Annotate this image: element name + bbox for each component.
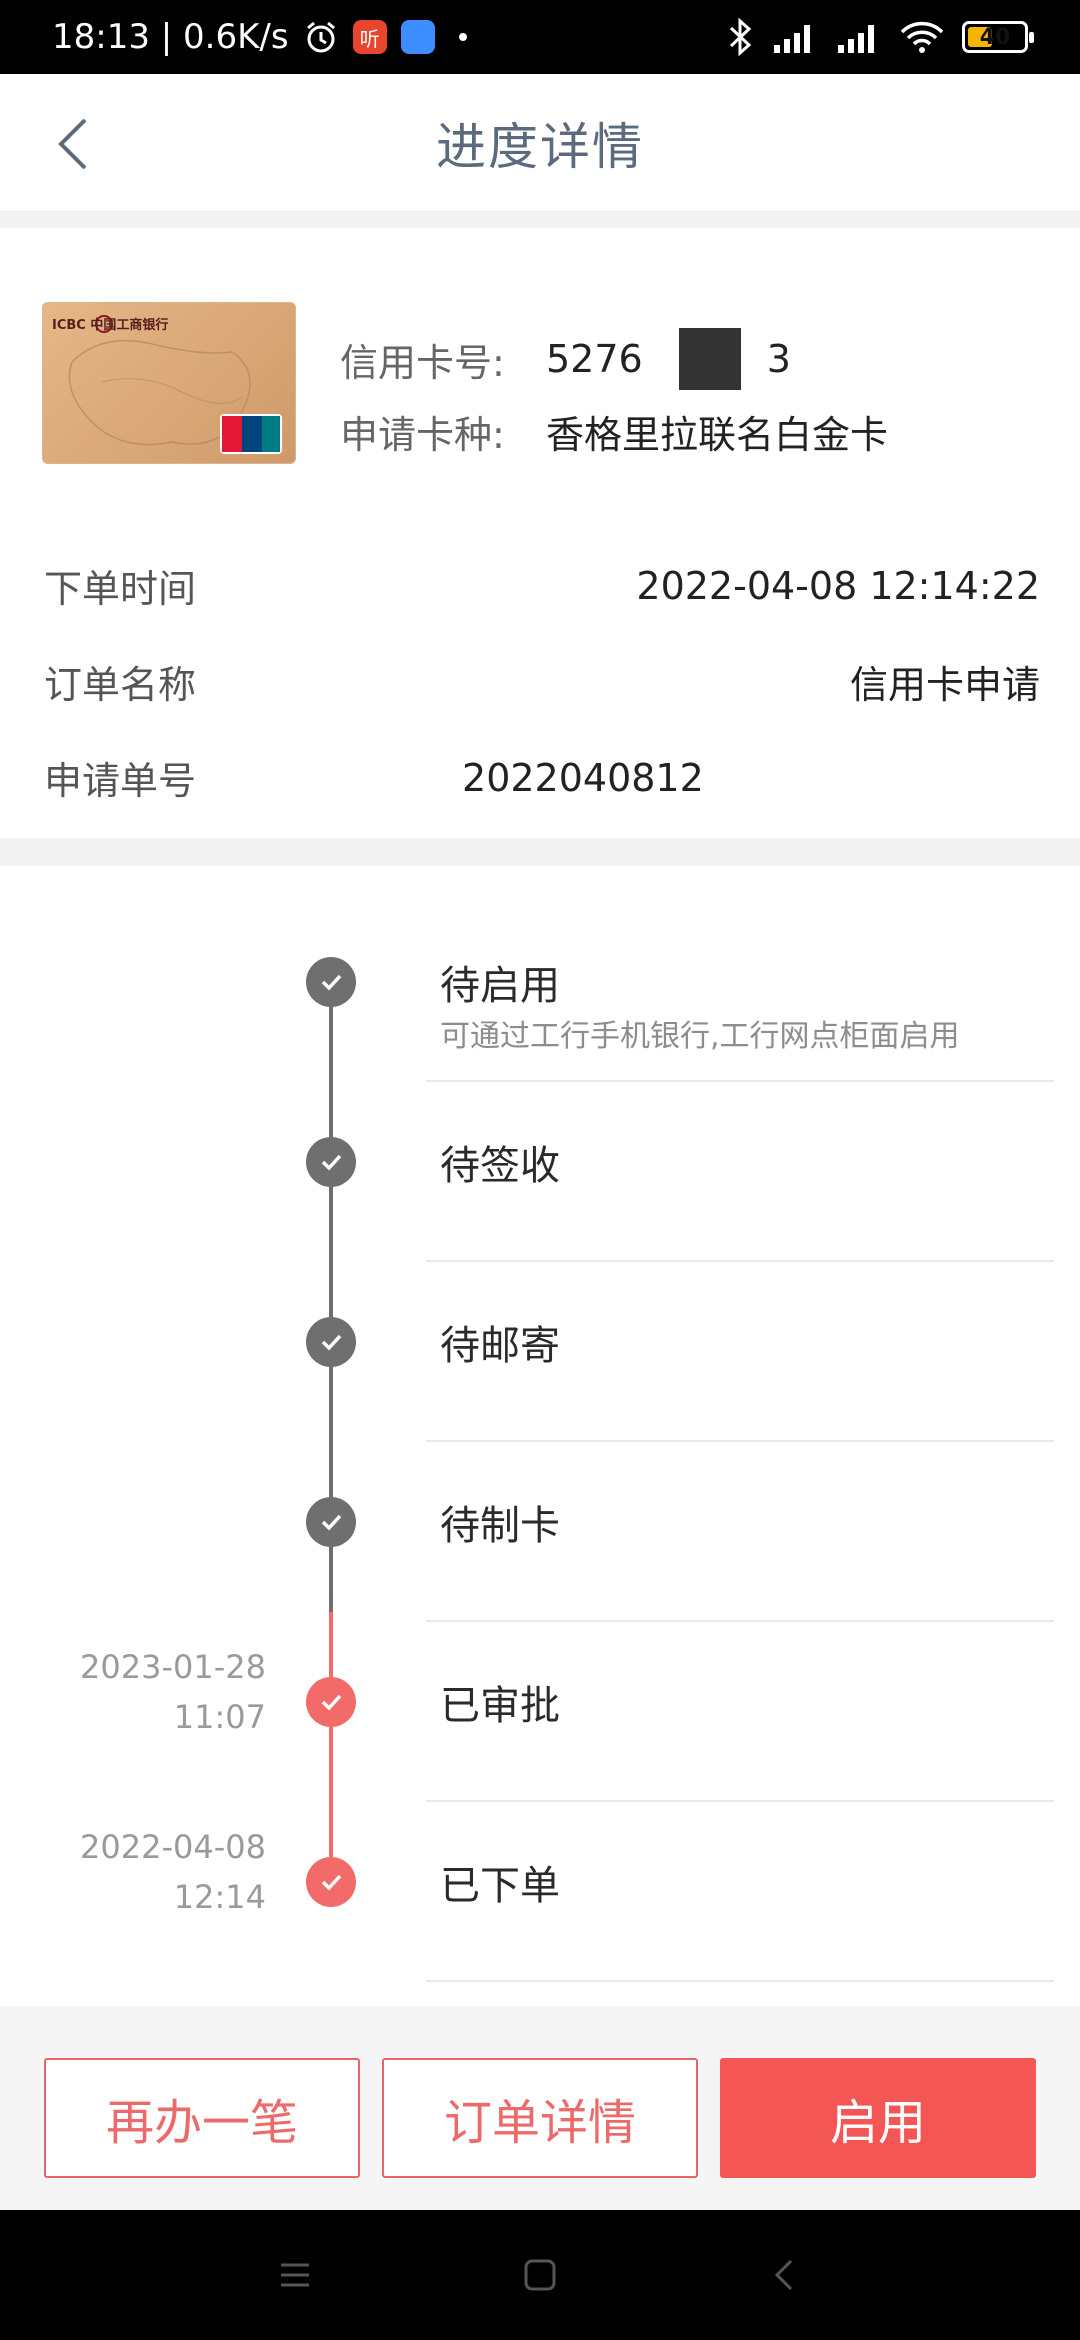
order-time-row: 下单时间 2022-04-08 12:14:22 (44, 558, 1040, 613)
order-time-value: 2022-04-08 12:14:22 (636, 563, 1040, 608)
home-nav-button[interactable] (515, 2250, 565, 2300)
alarm-icon (303, 19, 339, 55)
order-name-row: 订单名称 信用卡申请 (44, 654, 1040, 709)
application-number-row: 申请单号 2022040812 (44, 750, 1040, 805)
apply-again-button[interactable]: 再办一笔 (44, 2058, 360, 2178)
check-icon (306, 1857, 356, 1907)
card-type-label: 申请卡种: (340, 413, 505, 457)
timeline-step-title: 待制卡 (440, 1503, 560, 1549)
card-number-label: 信用卡号: (340, 340, 505, 385)
timeline-connector (329, 982, 333, 1162)
check-icon (306, 1497, 356, 1547)
timeline-connector (329, 1702, 333, 1882)
chevron-left-icon (58, 118, 87, 170)
check-icon (306, 1317, 356, 1367)
card-number-prefix: 5276 (546, 337, 643, 381)
signal-icon-1 (772, 19, 818, 55)
order-name-label: 订单名称 (44, 663, 197, 707)
card-number-row: 信用卡号: 5276 3 (340, 328, 791, 390)
battery-level: 40 (979, 24, 1011, 50)
card-info-panel: ICBC 中国工商银行 信用卡号: 5276 3 申请卡种: 香格里拉联名白金卡… (0, 228, 1080, 838)
status-bar: 18:13 | 0.6K/s 听 40 (0, 0, 1080, 74)
check-icon (306, 957, 356, 1007)
timeline-separator (426, 1260, 1054, 1262)
timeline-step-date: 2023-01-28 11:07 (80, 1648, 266, 1736)
back-button[interactable] (38, 104, 108, 184)
card-number-mask (678, 328, 741, 390)
wifi-icon (900, 20, 944, 54)
timeline-connector (329, 1342, 333, 1522)
back-nav-button[interactable] (760, 2250, 810, 2300)
back-triangle-icon (774, 2259, 793, 2291)
order-name-value: 信用卡申请 (849, 663, 1040, 707)
order-detail-button[interactable]: 订单详情 (382, 2058, 698, 2178)
timeline-step-subtitle: 可通过工行手机银行,工行网点柜面启用 (440, 1019, 960, 1054)
bottom-action-bar: 再办一笔 订单详情 启用 (0, 2006, 1080, 2210)
battery-icon: 40 (962, 21, 1034, 53)
card-number-tail: 3 (766, 337, 791, 381)
bluetooth-icon (728, 18, 754, 56)
credit-card-image: ICBC 中国工商银行 (42, 302, 296, 464)
timeline-step-title: 待启用 (440, 963, 560, 1009)
menu-nav-button[interactable] (270, 2250, 320, 2300)
activate-button[interactable]: 启用 (720, 2058, 1036, 2178)
card-type-row: 申请卡种: 香格里拉联名白金卡 (340, 404, 888, 459)
app-notification-icon (400, 20, 435, 54)
menu-icon (281, 2263, 309, 2287)
timeline-step-title: 待签收 (440, 1143, 560, 1189)
progress-timeline: 待启用可通过工行手机银行,工行网点柜面启用待签收待邮寄待制卡已审批 2023-01… (0, 866, 1080, 2006)
application-number-value: 2022040812 (462, 755, 704, 800)
timeline-separator (426, 1080, 1054, 1082)
more-notifications-dot (458, 33, 467, 41)
timeline-separator (426, 1440, 1054, 1442)
check-icon (306, 1137, 356, 1187)
card-bank-text: ICBC 中国工商银行 (52, 318, 169, 333)
home-square-icon (524, 2259, 556, 2291)
card-type-value: 香格里拉联名白金卡 (546, 413, 889, 457)
listen-app-icon: 听 (352, 20, 387, 54)
timeline-separator (426, 1800, 1054, 1802)
system-navigation-bar (0, 2210, 1080, 2340)
application-number-label: 申请单号 (44, 759, 197, 803)
timeline-step-date: 2022-04-08 12:14 (80, 1828, 266, 1916)
timeline-separator (426, 1620, 1054, 1622)
check-icon (306, 1677, 356, 1727)
order-time-label: 下单时间 (44, 567, 197, 611)
signal-icon-2 (836, 19, 882, 55)
page-header: 进度详情 (0, 74, 1080, 212)
timeline-step-title: 已下单 (440, 1863, 560, 1909)
timeline-separator (426, 1980, 1054, 1982)
timeline-connector (329, 1162, 333, 1342)
page-title: 进度详情 (436, 117, 644, 176)
timeline-step-title: 已审批 (440, 1683, 560, 1729)
status-time-speed: 18:13 | 0.6K/s (52, 17, 289, 57)
timeline-step-title: 待邮寄 (440, 1323, 560, 1369)
